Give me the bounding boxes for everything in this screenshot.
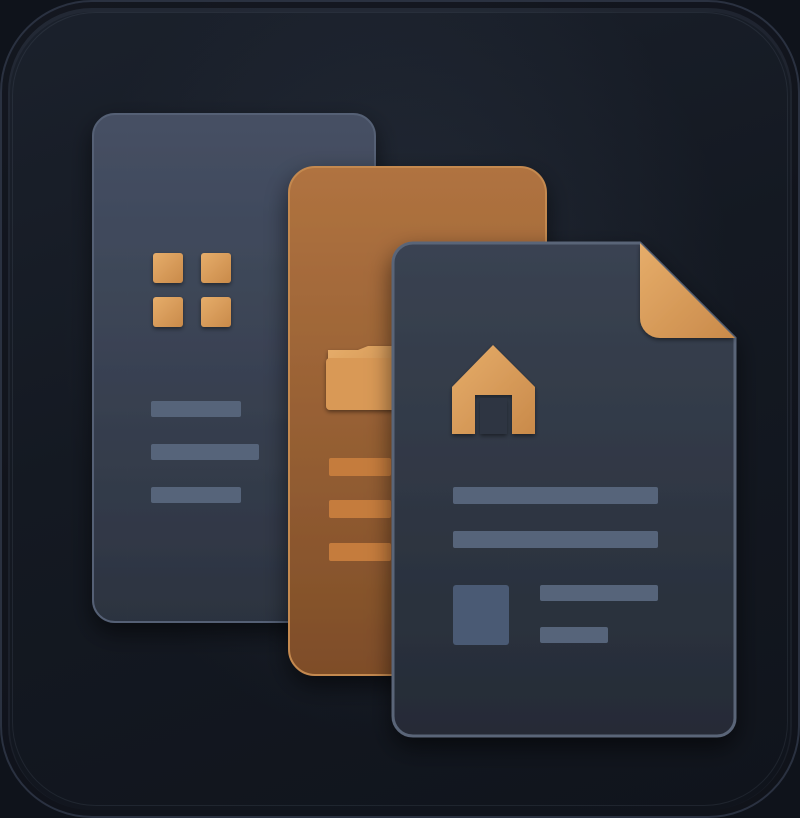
icon-artwork: [92, 113, 737, 738]
app-icon: [0, 0, 800, 818]
folder-panel-text-lines: [329, 458, 391, 561]
folded-corner-icon: [640, 243, 735, 338]
image-placeholder-icon: [453, 585, 509, 645]
